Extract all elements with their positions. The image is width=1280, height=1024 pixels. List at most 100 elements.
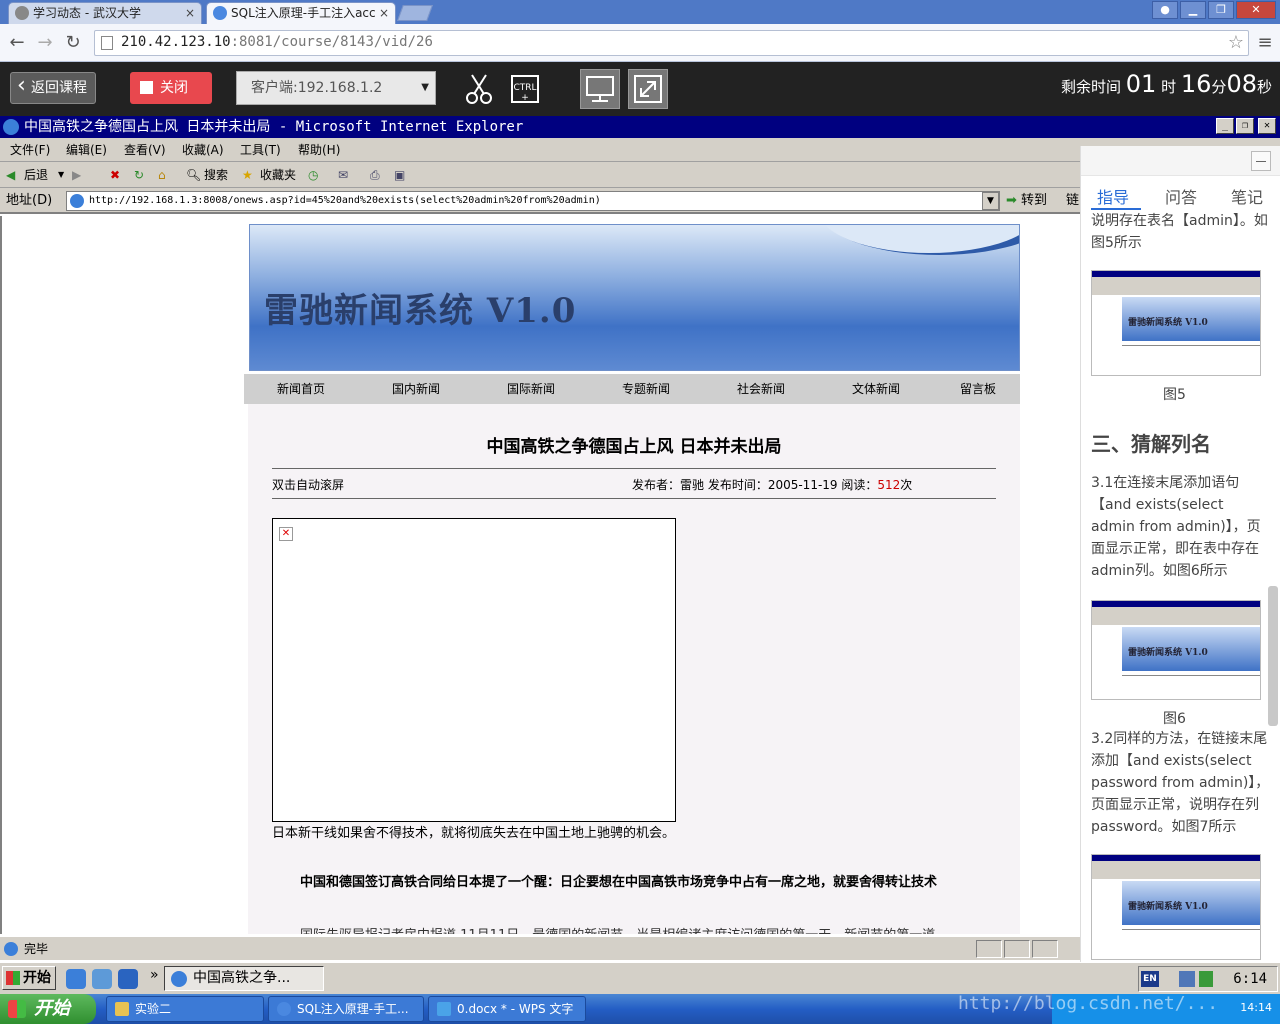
history-icon[interactable]: ◷ [308,162,318,188]
guide-step-3-2: 3.2同样的方法，在链接末尾添加【and exists(select passw… [1091,731,1270,835]
remote-clock: 6:14 [1233,971,1267,987]
svg-text:+: + [521,93,529,103]
search-button[interactable]: 搜索 [204,162,228,188]
tab-sql-injection[interactable]: SQL注入原理-手工注入acc × [206,2,396,24]
nav-domestic[interactable]: 国内新闻 [392,374,440,404]
url-bar[interactable]: 210.42.123.10:8081/course/8143/vid/26 ☆ [94,30,1249,56]
ie-icon[interactable] [66,969,86,989]
forward-arrow-icon[interactable]: → [34,32,56,54]
monitor-icon[interactable] [580,69,620,109]
remote-start-button[interactable]: 开始 [2,966,56,990]
close-icon[interactable]: × [379,3,389,23]
ie-window-title: 中国高铁之争德国占上风 日本并未出局 - Microsoft Internet … [24,119,524,135]
article-image: ✕ [272,518,676,822]
media-icon[interactable] [118,969,138,989]
menu-view[interactable]: 查看(V) [124,138,166,162]
watermark: http://blog.csdn.net/... [958,993,1219,1014]
nav-international[interactable]: 国际新闻 [507,374,555,404]
nav-special[interactable]: 专题新闻 [622,374,670,404]
image-caption: 日本新干线如果舍不得技术，就将彻底失去在中国土地上驰骋的机会。 [272,826,676,841]
status-text: 完毕 [24,942,49,956]
client-select[interactable]: 客户端:192.168.1.2 ▼ [236,71,436,105]
user-icon[interactable]: ● [1152,1,1178,19]
menu-edit[interactable]: 编辑(E) [66,138,107,162]
minimize-button[interactable]: ▁ [1180,1,1206,19]
scissors-icon[interactable] [462,72,496,106]
minimize-button[interactable]: _ [1216,118,1234,134]
new-tab-button[interactable] [397,5,433,21]
back-button[interactable]: 后退 [24,162,48,188]
forward-arrow-icon[interactable]: ▶ [72,162,81,188]
restore-button[interactable]: ❐ [1208,1,1234,19]
wps-icon [437,1002,451,1016]
edit-icon[interactable]: ▣ [394,162,405,188]
nav-guestbook[interactable]: 留言板 [960,374,996,404]
ctrl-key-icon[interactable]: CTRL + [508,72,542,106]
back-arrow-icon[interactable]: ◀ [6,162,15,188]
nav-society[interactable]: 社会新闻 [737,374,785,404]
taskbar-item-folder[interactable]: 实验二 [106,996,264,1022]
ie-icon [3,119,19,135]
article-paragraph: 国际先驱导报记者房中报道 11月11日，最德国的新闻节，当是相编诸主席访问德国的… [272,924,996,934]
back-arrow-icon[interactable]: ← [6,32,28,54]
close-icon[interactable]: × [185,3,195,23]
menu-help[interactable]: 帮助(H) [298,138,340,162]
favorites-button[interactable]: 收藏夹 [260,162,296,188]
figure-6-thumbnail[interactable]: 雷驰新闻系统 V1.0 [1091,600,1261,700]
auto-scroll-hint[interactable]: 双击自动滚屏 [272,476,344,493]
guide-panel: 指导 问答 笔记 说明存在表名【admin】。如图5所示 雷驰新闻系统 V1.0… [1080,146,1280,962]
restore-button[interactable]: ❐ [1236,118,1254,134]
links-label[interactable]: 链 [1066,188,1079,214]
menu-icon[interactable]: ≡ [1254,32,1276,54]
menu-favorites[interactable]: 收藏(A) [182,138,224,162]
figure-7-thumbnail[interactable]: 雷驰新闻系统 V1.0 [1091,854,1261,960]
close-session-button[interactable]: 关闭 [130,72,212,104]
address-input[interactable]: http://192.168.1.3:8008/onews.asp?id=45%… [66,191,1000,211]
tab-label: 学习动态 - 武汉大学 [33,6,141,20]
bookmark-star-icon[interactable]: ☆ [1228,32,1244,53]
mail-icon[interactable]: ✉ [338,162,348,188]
taskbar-item-chrome[interactable]: SQL注入原理-手工... [268,996,424,1022]
home-icon[interactable]: ⌂ [158,162,166,188]
address-dropdown[interactable]: ▼ [982,192,999,210]
guide-scrollbar[interactable] [1268,586,1278,726]
chevron-down-icon[interactable]: ▼ [58,162,64,188]
language-indicator[interactable]: EN [1141,971,1159,987]
tab-guide[interactable]: 指导 [1097,184,1129,208]
nav-sports[interactable]: 文体新闻 [852,374,900,404]
client-select-value: 客户端:192.168.1.2 [251,80,383,96]
site-title: 雷驰新闻系统 V1.0 [264,291,577,331]
figure-5-thumbnail[interactable]: 雷驰新闻系统 V1.0 [1091,270,1261,376]
menu-tools[interactable]: 工具(T) [240,138,281,162]
reload-icon[interactable]: ↻ [62,32,84,54]
fullscreen-icon[interactable] [628,69,668,109]
go-button[interactable]: ➡ 转到 [1006,188,1047,214]
svg-text:CTRL: CTRL [513,83,536,93]
remote-taskbar: 开始 » 中国高铁之争... EN 6:14 [0,962,1280,994]
security-icon[interactable] [1199,971,1213,987]
minimize-panel-button[interactable] [1251,151,1271,171]
more-icon[interactable]: » [150,967,159,983]
menu-file[interactable]: 文件(F) [10,138,50,162]
back-to-course-button[interactable]: 返回课程 [10,71,96,104]
ie-status-bar: 完毕 [0,936,1080,960]
remaining-time: 剩余时间 01 时 16分08秒 [1060,70,1272,98]
window-close-button[interactable]: ✕ [1236,1,1276,19]
tab-qa[interactable]: 问答 [1165,184,1197,208]
chrome-icon [213,6,227,20]
network-icon[interactable] [1179,971,1195,987]
taskbar-item-ie[interactable]: 中国高铁之争... [164,966,324,991]
nav-home[interactable]: 新闻首页 [277,374,325,404]
tab-notes[interactable]: 笔记 [1231,184,1263,208]
stop-icon[interactable]: ✖ [110,162,120,188]
ie-title-bar: 中国高铁之争德国占上风 日本并未出局 - Microsoft Internet … [0,116,1280,138]
desktop-icon[interactable] [92,969,112,989]
refresh-icon[interactable]: ↻ [134,162,144,188]
ie-icon [171,971,187,987]
window-close-button[interactable]: ✕ [1258,118,1276,134]
folder-icon [115,1002,129,1016]
tab-learning-news[interactable]: 学习动态 - 武汉大学 × [8,2,202,24]
print-icon[interactable]: ⎙ [370,162,380,188]
host-start-button[interactable]: 开始 [0,994,96,1024]
taskbar-item-wps[interactable]: 0.docx * - WPS 文字 [428,996,586,1022]
